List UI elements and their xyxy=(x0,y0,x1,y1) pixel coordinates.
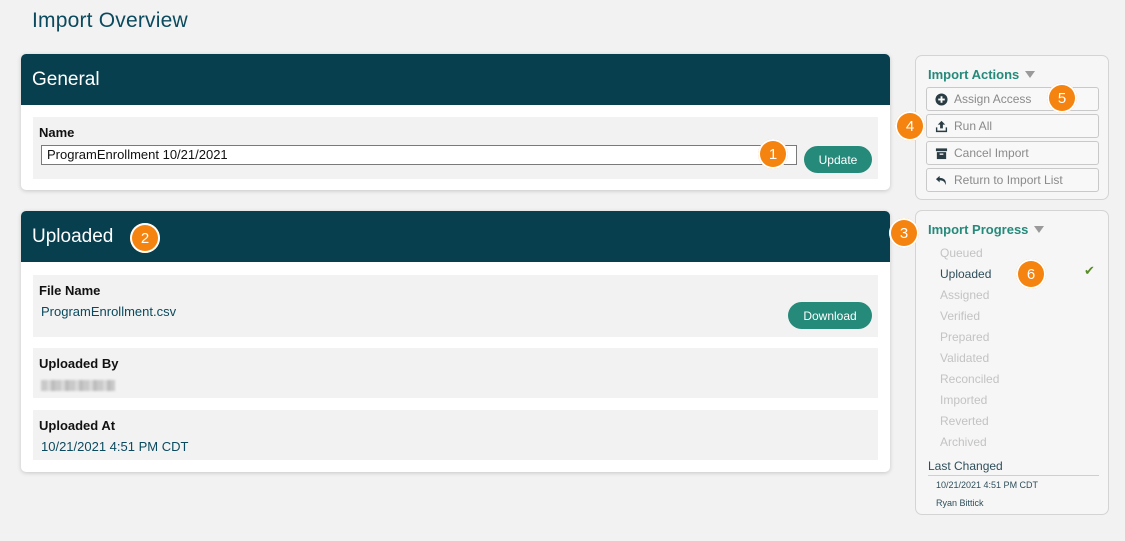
plus-circle-icon xyxy=(935,92,948,106)
last-changed-divider xyxy=(928,475,1099,476)
run-all-label: Run All xyxy=(954,119,993,133)
callout-badge-3: 3 xyxy=(889,218,919,248)
callout-badge-4: 4 xyxy=(895,111,925,141)
import-progress-panel: Import Progress Queued Uploaded ✔ Assign… xyxy=(915,210,1109,515)
general-header: General xyxy=(21,54,890,105)
caret-down-icon xyxy=(1034,226,1045,233)
uploaded-by-field-box: Uploaded By xyxy=(33,348,878,398)
progress-step-uploaded: Uploaded xyxy=(940,267,992,281)
run-all-button[interactable]: Run All xyxy=(926,114,1099,138)
page-title: Import Overview xyxy=(32,9,188,32)
callout-badge-2: 2 xyxy=(130,223,160,253)
check-icon: ✔ xyxy=(1084,263,1095,278)
progress-step-assigned: Assigned xyxy=(940,288,990,302)
progress-step-validated: Validated xyxy=(940,351,990,365)
return-to-import-list-label: Return to Import List xyxy=(954,173,1063,187)
file-name-value: ProgramEnrollment.csv xyxy=(41,304,177,319)
name-label: Name xyxy=(39,125,75,140)
general-header-title: General xyxy=(32,68,100,90)
undo-arrow-icon xyxy=(935,175,946,185)
uploaded-at-label: Uploaded At xyxy=(39,418,116,433)
callout-badge-5: 5 xyxy=(1047,83,1077,113)
progress-step-verified: Verified xyxy=(940,309,981,323)
last-changed-date: 10/21/2021 4:51 PM CDT xyxy=(936,480,1039,490)
progress-step-archived: Archived xyxy=(940,435,987,449)
file-name-field-box: File Name ProgramEnrollment.csv Download xyxy=(33,275,878,337)
import-actions-panel: Import Actions Assign Access Run All Can… xyxy=(915,55,1109,200)
uploaded-at-field-box: Uploaded At 10/21/2021 4:51 PM CDT xyxy=(33,410,878,460)
uploaded-by-label: Uploaded By xyxy=(39,356,119,371)
last-changed-label: Last Changed xyxy=(928,459,1003,473)
archive-icon xyxy=(935,147,948,159)
cancel-import-button[interactable]: Cancel Import xyxy=(926,141,1099,165)
last-changed-user: Ryan Bittick xyxy=(936,498,984,508)
progress-step-queued: Queued xyxy=(940,246,983,260)
upload-icon xyxy=(935,120,948,132)
progress-step-reconciled: Reconciled xyxy=(940,372,1000,386)
redacted-user-name xyxy=(41,380,115,392)
callout-badge-1: 1 xyxy=(758,139,788,169)
return-to-import-list-button[interactable]: Return to Import List xyxy=(926,168,1099,192)
uploaded-header-title: Uploaded xyxy=(32,225,114,247)
assign-access-label: Assign Access xyxy=(954,92,1032,106)
callout-badge-6: 6 xyxy=(1016,259,1046,289)
general-card: General Name ProgramEnrollment 10/21/202… xyxy=(21,54,890,190)
progress-step-prepared: Prepared xyxy=(940,330,990,344)
uploaded-by-value xyxy=(41,377,872,392)
import-progress-title[interactable]: Import Progress xyxy=(928,222,1045,237)
cancel-import-label: Cancel Import xyxy=(954,146,1029,160)
update-button[interactable]: Update xyxy=(804,146,872,173)
import-progress-title-text: Import Progress xyxy=(928,222,1029,237)
import-actions-title-text: Import Actions xyxy=(928,67,1020,82)
uploaded-at-value: 10/21/2021 4:51 PM CDT xyxy=(41,439,189,454)
file-name-label: File Name xyxy=(39,283,101,298)
name-field-box: Name ProgramEnrollment 10/21/2021 Update xyxy=(33,117,878,179)
download-button[interactable]: Download xyxy=(788,302,872,329)
import-actions-title[interactable]: Import Actions xyxy=(928,67,1036,82)
caret-down-icon xyxy=(1025,71,1036,78)
progress-step-reverted: Reverted xyxy=(940,414,989,428)
name-input[interactable]: ProgramEnrollment 10/21/2021 xyxy=(41,145,797,165)
progress-step-imported: Imported xyxy=(940,393,988,407)
